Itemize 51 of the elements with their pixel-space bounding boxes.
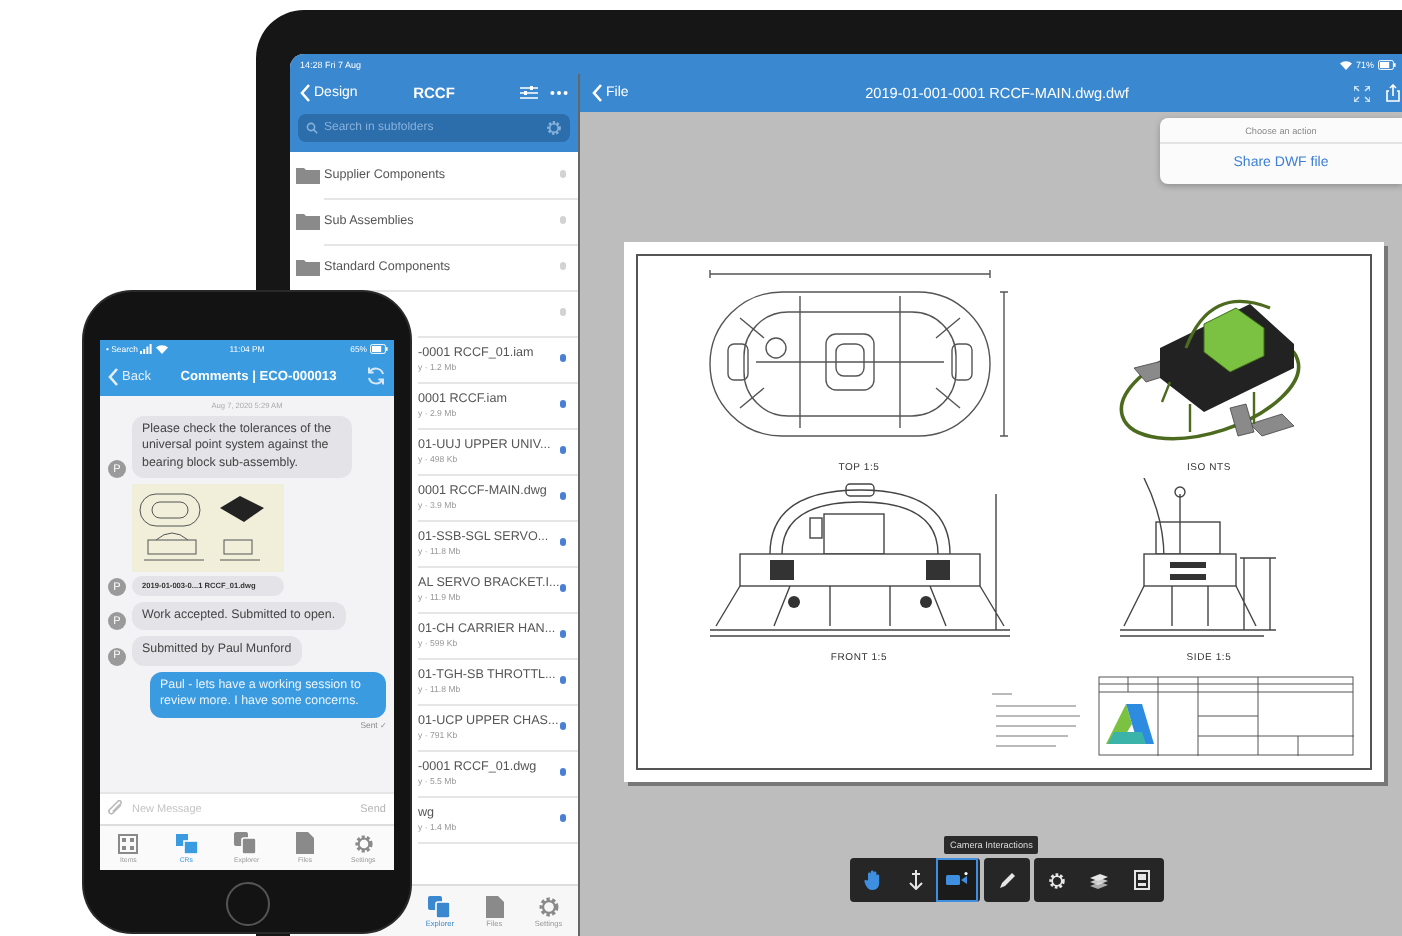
folder-icon xyxy=(296,258,320,276)
more-icon[interactable] xyxy=(550,90,568,96)
indicator-dot xyxy=(559,216,566,224)
refresh-icon[interactable] xyxy=(366,366,386,386)
settings-icon xyxy=(537,895,560,917)
back-chevron-icon xyxy=(108,367,118,385)
fullscreen-icon[interactable] xyxy=(1354,85,1370,101)
anchor-icon xyxy=(907,870,923,890)
grid-icon xyxy=(118,833,139,853)
signal-icon xyxy=(140,343,153,353)
indicator-dot xyxy=(559,722,566,730)
properties-icon xyxy=(1133,870,1149,890)
indicator-dot xyxy=(559,538,566,546)
share-icon[interactable] xyxy=(1386,84,1400,102)
indicator-dot xyxy=(559,492,566,500)
settings-icon xyxy=(353,833,374,853)
layers-icon xyxy=(1090,871,1108,889)
pencil-icon xyxy=(998,871,1016,889)
settings-icon[interactable] xyxy=(546,120,562,136)
back-chevron-icon xyxy=(592,84,602,102)
indicator-dot xyxy=(559,814,566,822)
search-icon xyxy=(306,122,318,134)
settings-icon xyxy=(1048,871,1066,889)
battery-icon xyxy=(1378,59,1396,69)
indicator-dot xyxy=(559,262,566,270)
document-icon xyxy=(296,832,315,854)
indicator-dot xyxy=(559,308,566,316)
back-chevron-icon xyxy=(300,84,310,102)
document-icon xyxy=(485,895,504,917)
wifi-icon xyxy=(1339,59,1352,69)
indicator-dot xyxy=(559,354,566,362)
folder-icon xyxy=(296,166,320,184)
indicator-dot xyxy=(559,676,566,684)
battery-icon xyxy=(370,343,388,353)
indicator-dot xyxy=(559,768,566,776)
indicator-dot xyxy=(559,400,566,408)
indicator-dot xyxy=(559,584,566,592)
hand-icon xyxy=(864,870,882,890)
indicator-dot xyxy=(559,170,566,178)
folder-icon xyxy=(296,212,320,230)
video-camera-icon xyxy=(946,872,968,888)
paperclip-icon[interactable] xyxy=(108,800,124,818)
squares-icon xyxy=(175,833,198,853)
documents-icon xyxy=(234,832,259,854)
home-button[interactable] xyxy=(225,882,269,926)
indicator-dot xyxy=(559,630,566,638)
tool-button[interactable] xyxy=(936,858,978,902)
indicator-dot xyxy=(559,446,566,454)
wifi-icon xyxy=(155,343,168,353)
documents-icon xyxy=(427,895,452,917)
filter-icon[interactable] xyxy=(520,86,538,100)
